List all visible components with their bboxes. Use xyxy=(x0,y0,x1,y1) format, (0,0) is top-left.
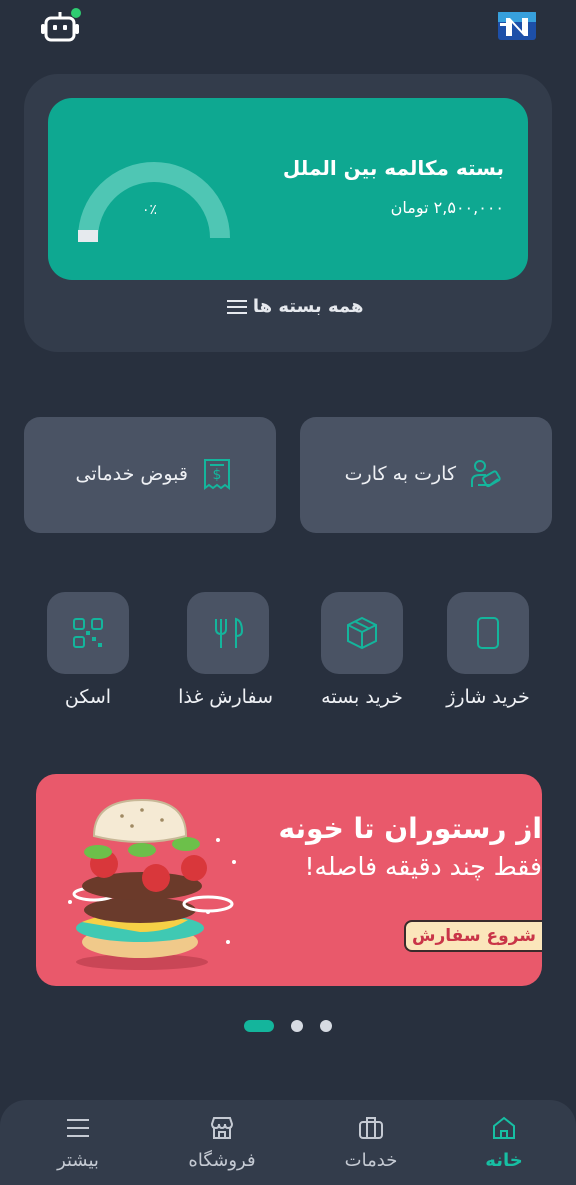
service-icon-box[interactable] xyxy=(447,592,529,674)
burger-illustration xyxy=(68,798,236,970)
phone-icon xyxy=(477,617,499,649)
all-packages-link[interactable]: همه بسته ها xyxy=(24,296,552,317)
app-logo-icon xyxy=(498,12,536,40)
nav-label: بیشتر xyxy=(57,1150,99,1171)
bills-button[interactable]: قبوض خدماتی $ xyxy=(24,417,276,533)
service-label: اسکن xyxy=(64,686,112,708)
briefcase-icon xyxy=(359,1117,383,1139)
bills-label: قبوض خدماتی xyxy=(75,463,188,485)
store-icon xyxy=(210,1117,234,1139)
top-bar xyxy=(0,0,576,56)
service-label: سفارش غذا xyxy=(178,686,273,708)
card-to-card-button[interactable]: کارت به کارت xyxy=(300,417,552,533)
all-packages-label: همه بسته ها xyxy=(252,296,364,317)
carousel-dot[interactable] xyxy=(320,1020,332,1032)
active-package[interactable]: بسته مکالمه بین الملل ۲,۵۰۰,۰۰۰ تومان ۰٪ xyxy=(48,98,528,280)
svg-text:$: $ xyxy=(213,467,222,483)
usage-percent: ۰٪ xyxy=(142,202,158,218)
service-icon-box[interactable] xyxy=(321,592,403,674)
home-icon xyxy=(493,1116,515,1139)
menu-icon xyxy=(67,1119,89,1137)
qr-scan-icon xyxy=(73,618,103,648)
banner-headline: از رستوران تا خونه xyxy=(278,812,542,845)
service-icon-box[interactable] xyxy=(47,592,129,674)
service-icon-box[interactable] xyxy=(187,592,269,674)
service-label: خرید بسته xyxy=(321,686,403,708)
nav-label: فروشگاه xyxy=(188,1150,256,1171)
fork-knife-icon xyxy=(215,617,244,648)
list-icon xyxy=(226,300,247,314)
promo-banner[interactable]: از رستوران تا خونه فقط چند دقیقه فاصله! … xyxy=(36,774,542,986)
service-buy-package[interactable]: خرید بسته xyxy=(317,592,407,708)
service-buy-charge[interactable]: خرید شارژ xyxy=(443,592,533,708)
card-to-card-label: کارت به کارت xyxy=(344,463,456,485)
receipt-icon: $ xyxy=(204,459,230,490)
nav-label: خدمات xyxy=(344,1150,398,1171)
nav-label: خانه xyxy=(485,1150,523,1171)
package-title: بسته مکالمه بین الملل xyxy=(282,156,504,180)
package-card: بسته مکالمه بین الملل ۲,۵۰۰,۰۰۰ تومان ۰٪… xyxy=(24,74,552,352)
service-scan[interactable]: اسکن xyxy=(43,592,133,708)
nav-home[interactable]: خانه xyxy=(454,1114,554,1171)
carousel-dot[interactable] xyxy=(291,1020,303,1032)
usage-gauge xyxy=(78,162,230,242)
robot-assistant-icon[interactable] xyxy=(40,8,82,46)
bottom-navigation: خانه خدمات فروشگاه بیشتر xyxy=(0,1100,576,1185)
card-transfer-icon xyxy=(471,460,501,488)
banner-subline: فقط چند دقیقه فاصله! xyxy=(304,852,542,881)
box-icon xyxy=(347,616,377,650)
nav-store[interactable]: فروشگاه xyxy=(172,1114,272,1171)
nav-services[interactable]: خدمات xyxy=(321,1114,421,1171)
service-order-food[interactable]: سفارش غذا xyxy=(178,592,273,708)
package-price: ۲,۵۰۰,۰۰۰ تومان xyxy=(390,198,504,217)
carousel-dot-active[interactable] xyxy=(244,1020,274,1032)
service-label: خرید شارژ xyxy=(446,686,530,708)
nav-more[interactable]: بیشتر xyxy=(28,1114,128,1171)
start-order-button[interactable]: شروع سفارش xyxy=(404,920,542,952)
